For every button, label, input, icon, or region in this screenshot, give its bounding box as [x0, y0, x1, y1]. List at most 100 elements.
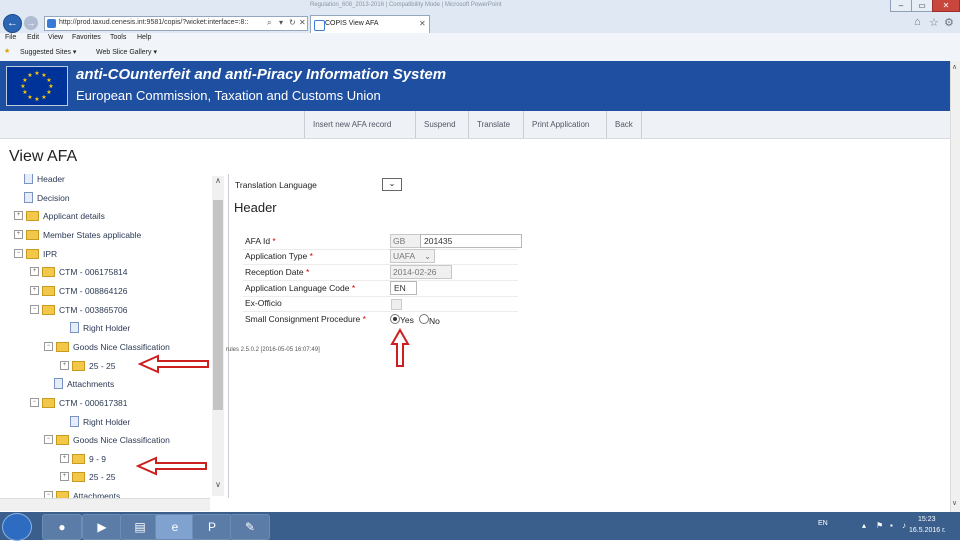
menu-help[interactable]: Help — [137, 34, 151, 41]
close-tab-icon[interactable]: ✕ — [419, 19, 426, 28]
annotation-arrow-left — [137, 354, 209, 374]
tree-node[interactable]: − Goods Nice Classification — [44, 339, 170, 353]
volume-icon[interactable]: ♪ — [902, 521, 906, 530]
tree-node[interactable]: +25 - 25 — [60, 469, 115, 483]
paint-icon[interactable]: ✎ — [230, 514, 270, 540]
media-player-icon[interactable]: ▶ — [82, 514, 122, 540]
expand-toggle-icon[interactable]: + — [60, 454, 69, 464]
print-application-button[interactable]: Print Application — [523, 111, 597, 138]
internet-explorer-icon[interactable]: e — [155, 514, 195, 540]
favorites-suggested-sites[interactable]: Suggested Sites ▾ — [20, 48, 76, 56]
dropdown-icon[interactable]: ▾ — [279, 18, 283, 27]
powerpoint-icon[interactable]: P — [192, 514, 232, 540]
svg-text:★: ★ — [34, 70, 39, 77]
scroll-up-icon[interactable]: ∧ — [212, 176, 224, 185]
folder-icon — [56, 434, 69, 445]
expand-toggle-icon[interactable]: + — [60, 472, 69, 482]
tree-node[interactable]: Right Holder — [60, 320, 130, 334]
scroll-down-icon[interactable]: ∨ — [212, 480, 224, 489]
maximize-button[interactable]: ▭ — [911, 0, 933, 12]
tab-copis-view-afa[interactable]: COPIS View AFA ✕ — [310, 15, 430, 33]
small-consignment-yes-radio[interactable] — [390, 314, 400, 324]
tree-node[interactable]: + CTM - 006175814 — [30, 264, 128, 278]
tree-node[interactable]: − IPR — [14, 246, 57, 260]
expand-toggle-icon[interactable]: − — [30, 305, 39, 315]
application-type-select[interactable]: UAFA ⌄ — [390, 249, 435, 263]
tree-node[interactable]: + Applicant details — [14, 208, 105, 222]
tree-node[interactable]: + CTM - 008864126 — [30, 283, 128, 297]
tree-node[interactable]: +25 - 25 — [60, 358, 115, 372]
tree-horizontal-scrollbar[interactable] — [0, 498, 210, 511]
forward-button[interactable]: → — [24, 16, 38, 30]
expand-toggle-icon[interactable]: + — [30, 286, 39, 296]
folder-icon — [26, 210, 39, 221]
expand-toggle-icon[interactable]: + — [30, 267, 39, 277]
scroll-down-icon[interactable]: ∨ — [952, 499, 957, 507]
menu-file[interactable]: File — [5, 34, 16, 41]
annotation-arrow-up — [390, 328, 410, 367]
suspend-button[interactable]: Suspend — [415, 111, 464, 138]
svg-text:★: ★ — [22, 89, 27, 96]
tree-node[interactable]: Right Holder — [60, 414, 130, 428]
tray-arrow-icon[interactable]: ▴ — [862, 521, 866, 530]
expand-toggle-icon[interactable]: − — [44, 342, 53, 352]
scroll-up-icon[interactable]: ∧ — [952, 63, 957, 71]
expand-toggle-icon[interactable]: − — [14, 249, 23, 259]
expand-toggle-icon[interactable]: − — [30, 398, 39, 408]
menu-tools[interactable]: Tools — [110, 34, 126, 41]
back-button[interactable]: ← — [3, 14, 22, 33]
network-icon[interactable]: ▪ — [890, 521, 893, 530]
tree-node[interactable]: Header — [14, 174, 65, 185]
refresh-icon[interactable]: ↻ — [289, 18, 296, 27]
afa-id-field[interactable]: 201435 — [420, 234, 522, 248]
file-explorer-icon[interactable]: ▤ — [120, 514, 160, 540]
scroll-thumb[interactable] — [213, 200, 223, 410]
menu-favorites[interactable]: Favorites — [72, 34, 101, 41]
tree-node[interactable]: Decision — [14, 190, 70, 204]
tree-node[interactable]: +9 - 9 — [60, 451, 106, 465]
stop-icon[interactable]: ✕ — [299, 18, 306, 27]
folder-icon — [56, 341, 69, 352]
folder-icon — [42, 285, 55, 296]
tree-node[interactable]: − CTM - 003865706 — [30, 302, 128, 316]
firefox-icon[interactable]: ● — [42, 514, 82, 540]
clock-date[interactable]: 16.5.2016 г. — [909, 527, 946, 534]
application-type-label: Application Type * — [245, 251, 313, 261]
expand-toggle-icon[interactable]: + — [14, 230, 23, 240]
translation-language-select[interactable]: ⌄ — [382, 178, 402, 191]
page-scrollbar[interactable]: ∧ ∨ — [950, 61, 960, 512]
back-nav-button[interactable]: Back — [606, 111, 642, 138]
tree-node[interactable]: − Goods Nice Classification — [44, 432, 170, 446]
favorites-star-icon[interactable]: ☆ — [929, 16, 939, 29]
menu-view[interactable]: View — [48, 34, 63, 41]
address-bar[interactable]: http://prod.taxud.cenesis.int:9581/copis… — [44, 16, 308, 31]
reception-date-field[interactable]: 2014-02-26 — [390, 265, 452, 279]
tree-scrollbar[interactable]: ∧ ∨ — [212, 176, 224, 496]
tab-title: COPIS View AFA — [325, 20, 379, 27]
insert-new-afa-button[interactable]: Insert new AFA record — [304, 111, 399, 138]
start-button[interactable] — [2, 513, 32, 541]
ex-officio-checkbox[interactable] — [391, 299, 402, 310]
expand-toggle-icon[interactable]: − — [44, 491, 53, 498]
small-consignment-no-radio[interactable] — [419, 314, 429, 324]
expand-toggle-icon[interactable]: + — [60, 361, 69, 371]
expand-toggle-icon[interactable]: + — [14, 211, 23, 221]
minimize-button[interactable]: – — [890, 0, 912, 12]
application-language-code-field[interactable]: EN — [390, 281, 417, 295]
gear-icon[interactable]: ⚙ — [944, 16, 954, 29]
menu-edit[interactable]: Edit — [27, 34, 39, 41]
search-icon[interactable]: ⌕ — [267, 18, 271, 28]
flag-icon[interactable]: ⚑ — [876, 521, 883, 530]
expand-toggle-icon[interactable]: − — [44, 435, 53, 445]
home-icon[interactable]: ⌂ — [914, 16, 921, 28]
tree-node[interactable]: Attachments — [44, 376, 114, 390]
tree-node[interactable]: − CTM - 000617381 — [30, 395, 128, 409]
clock-time[interactable]: 15:23 — [918, 516, 936, 523]
tree-node[interactable]: + Member States applicable — [14, 227, 141, 241]
close-window-button[interactable]: ✕ — [932, 0, 960, 12]
favorites-web-slice-gallery[interactable]: Web Slice Gallery ▾ — [96, 48, 157, 56]
translate-button[interactable]: Translate — [468, 111, 518, 138]
tree-node[interactable]: − Attachments — [44, 488, 120, 498]
input-language[interactable]: EN — [818, 520, 828, 527]
folder-icon — [42, 304, 55, 315]
